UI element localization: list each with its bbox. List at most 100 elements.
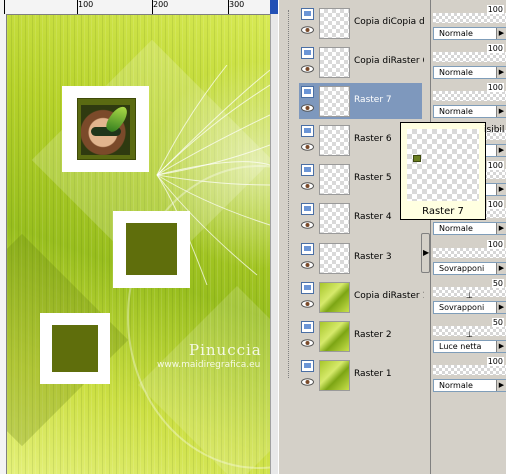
- blend-mode-select[interactable]: Sovrapponi ▶: [433, 301, 506, 314]
- layer-row[interactable]: Raster 3: [299, 240, 422, 276]
- layer-name: Raster 7: [354, 95, 392, 105]
- ruler-corner: [270, 0, 278, 14]
- raster-layer-icon: [301, 8, 314, 20]
- layer-thumbnail: [319, 8, 350, 39]
- watermark-url: www.maidiregrafica.eu: [157, 360, 261, 370]
- layer-thumbnail: [319, 321, 350, 352]
- tooltip-label: Raster 7: [422, 206, 464, 217]
- blend-mode-select[interactable]: Luce netta ▶: [433, 340, 506, 353]
- eye-icon[interactable]: [301, 221, 314, 229]
- dropdown-arrow-icon[interactable]: ▶: [496, 223, 506, 234]
- eye-icon[interactable]: [301, 378, 314, 386]
- layer-name: Raster 1: [354, 369, 392, 379]
- layer-thumbnail: [319, 47, 350, 78]
- slider-handle-icon[interactable]: ⊥: [466, 331, 473, 339]
- image-canvas[interactable]: Pinuccia www.maidiregrafica.eu: [7, 15, 270, 474]
- slider-handle-icon[interactable]: ⊥: [466, 292, 473, 300]
- eye-icon[interactable]: [301, 104, 314, 112]
- dropdown-arrow-icon[interactable]: ▶: [496, 184, 506, 195]
- blend-mode-value: Luce netta: [439, 342, 482, 351]
- horizontal-ruler: 100 200 300: [0, 0, 278, 15]
- eye-icon[interactable]: [301, 261, 314, 269]
- expand-arrow-button[interactable]: ▶: [421, 233, 430, 273]
- blend-mode-value: Sovrapponi: [439, 303, 485, 312]
- right-arrow-icon: ▶: [423, 248, 430, 257]
- tooltip-thumb-object: [413, 155, 421, 162]
- dropdown-arrow-icon[interactable]: ▶: [496, 106, 506, 117]
- eye-icon[interactable]: [301, 300, 314, 308]
- dropdown-arrow-icon[interactable]: ▶: [496, 341, 506, 352]
- blend-mode-select[interactable]: Normale ▶: [433, 379, 506, 392]
- dropdown-arrow-icon[interactable]: ▶: [496, 145, 506, 156]
- layer-row[interactable]: Raster 2: [299, 318, 422, 354]
- eye-icon[interactable]: [301, 65, 314, 73]
- opacity-slider[interactable]: [433, 248, 506, 258]
- mask-frame: [62, 86, 149, 172]
- raster-layer-icon: [301, 86, 314, 98]
- opacity-value: 100: [486, 44, 504, 53]
- layer-property-row: 50 ⊥ Luce netta ▶: [433, 318, 506, 354]
- layer-property-row: 100 Normale ▶: [433, 5, 506, 41]
- raster-layer-icon: [301, 125, 314, 137]
- eye-icon[interactable]: [301, 182, 314, 190]
- layer-thumbnail: [319, 203, 350, 234]
- opacity-slider[interactable]: [433, 365, 506, 375]
- dropdown-arrow-icon[interactable]: ▶: [496, 28, 506, 39]
- layer-thumbnail: [319, 125, 350, 156]
- dropdown-arrow-icon[interactable]: ▶: [496, 67, 506, 78]
- mask-photo: [77, 98, 136, 160]
- watermark-title: Pinuccia: [189, 341, 262, 359]
- raster-layer-icon: [301, 164, 314, 176]
- visibility-text-partial: isibil: [484, 125, 505, 135]
- layer-property-row: 100 Sovrapponi ▶: [433, 240, 506, 276]
- ruler-tick: [152, 0, 153, 14]
- eye-icon[interactable]: [301, 339, 314, 347]
- layer-row[interactable]: Copia diRaster 1: [299, 279, 424, 315]
- opacity-slider[interactable]: [433, 52, 506, 62]
- opacity-value: 100: [486, 5, 504, 14]
- blend-mode-select[interactable]: Normale ▶: [433, 222, 506, 235]
- square-frame-middle: [113, 211, 190, 288]
- square-frame-fill: [126, 223, 177, 275]
- opacity-value: 50: [491, 318, 504, 327]
- opacity-value: 100: [486, 161, 504, 170]
- dropdown-arrow-icon[interactable]: ▶: [496, 380, 506, 391]
- layer-name: Copia diCopia d: [354, 17, 424, 27]
- blend-mode-value: Normale: [439, 224, 473, 233]
- layer-row[interactable]: Raster 7: [299, 83, 422, 119]
- eye-icon[interactable]: [301, 143, 314, 151]
- blend-mode-value: Normale: [439, 107, 473, 116]
- square-frame-bottom: [40, 313, 110, 384]
- raster-layer-icon: [301, 203, 314, 215]
- opacity-slider[interactable]: [433, 13, 506, 23]
- raster-layer-icon: [301, 360, 314, 372]
- layer-row[interactable]: Copia diCopia d: [299, 5, 424, 41]
- layer-thumbnail: [319, 164, 350, 195]
- dropdown-arrow-icon[interactable]: ▶: [496, 263, 506, 274]
- blend-mode-value: Normale: [439, 29, 473, 38]
- opacity-slider[interactable]: [433, 91, 506, 101]
- layer-name: Copia diRaster 1: [354, 291, 424, 301]
- ruler-mark-300: 300: [229, 0, 245, 9]
- dropdown-arrow-icon[interactable]: ▶: [496, 302, 506, 313]
- blend-mode-select[interactable]: Normale ▶: [433, 105, 506, 118]
- square-frame-fill: [52, 325, 98, 372]
- layer-property-row: 100 Normale ▶: [433, 357, 506, 393]
- blend-mode-select[interactable]: Sovrapponi ▶: [433, 262, 506, 275]
- layer-property-row: 100 Normale ▶: [433, 44, 506, 80]
- layer-name: Copia diRaster 6: [354, 56, 424, 66]
- raster-layer-icon: [301, 243, 314, 255]
- layer-property-row: 50 ⊥ Sovrapponi ▶: [433, 279, 506, 315]
- layer-thumbnail: [319, 243, 350, 274]
- eye-icon[interactable]: [301, 26, 314, 34]
- blend-mode-select[interactable]: Normale ▶: [433, 27, 506, 40]
- layer-thumbnail: [319, 282, 350, 313]
- raster-layer-icon: [301, 321, 314, 333]
- layer-row[interactable]: Raster 1: [299, 357, 422, 393]
- layer-name: Raster 2: [354, 330, 392, 340]
- opacity-value: 100: [486, 200, 504, 209]
- blend-mode-select[interactable]: Normale ▶: [433, 66, 506, 79]
- layers-palette: Copia diCopia d Copia diRaster 6 Raster 7 R…: [278, 0, 430, 474]
- ruler-mark-100: 100: [78, 0, 94, 9]
- layer-row[interactable]: Copia diRaster 6: [299, 44, 424, 80]
